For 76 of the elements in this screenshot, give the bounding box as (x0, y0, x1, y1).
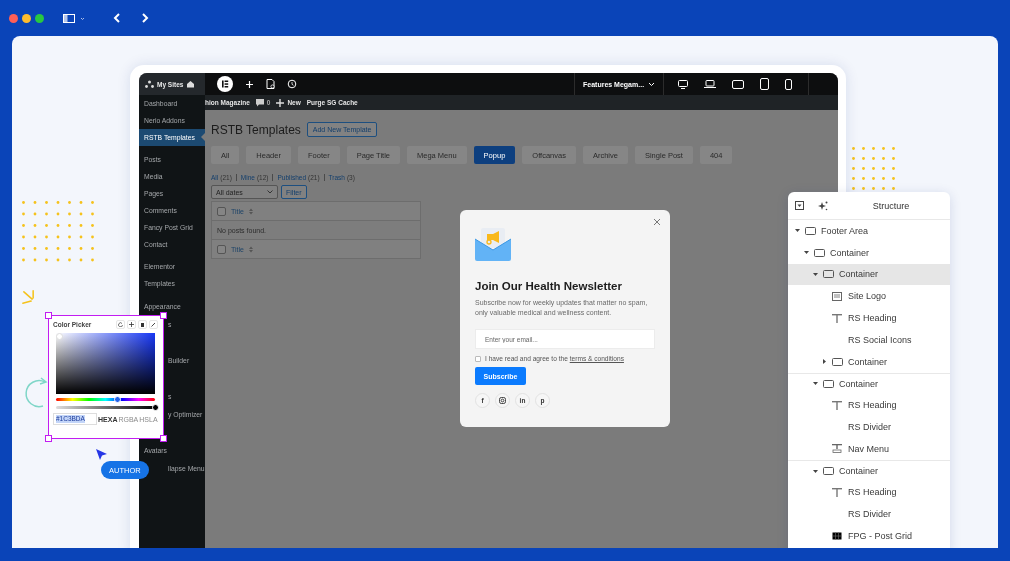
minimize-window-button[interactable] (22, 13, 31, 23)
desktop-icon[interactable] (678, 79, 688, 89)
slider-thumb[interactable] (151, 404, 159, 411)
container-icon (814, 248, 825, 257)
back-button[interactable] (112, 12, 122, 24)
resize-handle[interactable] (45, 435, 52, 442)
tree-item[interactable]: Footer Area (788, 220, 950, 242)
sparkle-icon[interactable] (818, 200, 828, 211)
container-icon (823, 467, 834, 476)
tablet-icon[interactable] (732, 79, 744, 89)
tree-item[interactable]: RS Divider (788, 416, 950, 438)
cursor-icon (95, 448, 108, 461)
select-all-checkbox[interactable] (217, 244, 226, 254)
close-window-button[interactable] (9, 13, 18, 23)
home-icon[interactable] (186, 80, 196, 88)
caret-icon[interactable] (813, 381, 818, 387)
tree-item[interactable]: RS Social Icons (788, 329, 950, 351)
sidebar-toggle-icon[interactable] (63, 13, 75, 23)
collapse-icon[interactable] (795, 201, 804, 210)
container-icon (823, 379, 834, 388)
tree-item[interactable]: Container (788, 350, 950, 373)
container-icon (805, 226, 816, 235)
chevron-icon (267, 190, 273, 194)
tree-item[interactable]: FPG - Post Grid (788, 525, 950, 547)
container-icon (823, 270, 834, 279)
dot-grid-drawing (22, 201, 94, 262)
tree-item[interactable]: RS Heading (788, 481, 950, 504)
tree-item[interactable]: RS Heading (788, 394, 950, 417)
zoom-window-button[interactable] (35, 13, 44, 23)
comment-icon[interactable] (255, 98, 264, 107)
document-icon[interactable] (266, 79, 275, 89)
page-title: RSTB Templates (211, 122, 301, 137)
tree-item[interactable]: Nav Menu (788, 437, 950, 460)
history-icon[interactable] (287, 79, 297, 89)
tree-item[interactable]: RS Heading (788, 307, 950, 329)
network-icon (145, 80, 154, 88)
tree-item[interactable]: RS Divider (788, 503, 950, 526)
agree-checkbox[interactable] (475, 355, 481, 362)
heading-icon (832, 487, 842, 497)
phone-icon[interactable] (785, 78, 792, 90)
dot-grid-drawing (852, 147, 895, 190)
hue-slider[interactable] (56, 398, 155, 401)
caret-icon[interactable] (804, 250, 809, 256)
tree-item[interactable]: Container (788, 241, 950, 264)
tree-item[interactable]: Container (788, 459, 950, 482)
laptop-icon[interactable] (704, 80, 716, 88)
color-gradient-area[interactable] (56, 333, 155, 394)
panel-icon (832, 291, 842, 301)
chevron-icon (648, 81, 655, 87)
caret-icon[interactable] (813, 468, 818, 474)
grid-icon (832, 532, 842, 541)
resize-handle[interactable] (160, 312, 167, 319)
container-icon (832, 357, 843, 366)
tablet-icon[interactable] (760, 78, 769, 90)
resize-handle[interactable] (45, 312, 52, 319)
tree-item[interactable]: Site Logo (788, 285, 950, 308)
resize-handle[interactable] (160, 435, 167, 442)
sparkle-drawing (22, 290, 34, 304)
close-icon[interactable] (653, 218, 661, 226)
tree-item[interactable]: Container (788, 372, 950, 395)
panel-title: Structure (871, 200, 911, 211)
caret-icon[interactable] (822, 359, 827, 365)
caret-icon[interactable] (795, 228, 800, 234)
picker-handle[interactable] (56, 333, 63, 340)
caret-icon[interactable] (813, 272, 818, 277)
logo-icon[interactable] (217, 76, 233, 92)
heading-icon (832, 400, 842, 410)
select-all-checkbox[interactable] (217, 206, 226, 216)
forward-button[interactable] (140, 12, 150, 24)
popup-title: Join Our Health Newsletter (475, 280, 623, 292)
instagram-icon[interactable] (495, 393, 510, 408)
nav-menu-icon (832, 444, 842, 454)
heading-icon (832, 313, 842, 323)
envelope-icon (475, 227, 511, 261)
slider-thumb[interactable] (113, 396, 121, 403)
tree-item[interactable]: Container (788, 263, 950, 286)
